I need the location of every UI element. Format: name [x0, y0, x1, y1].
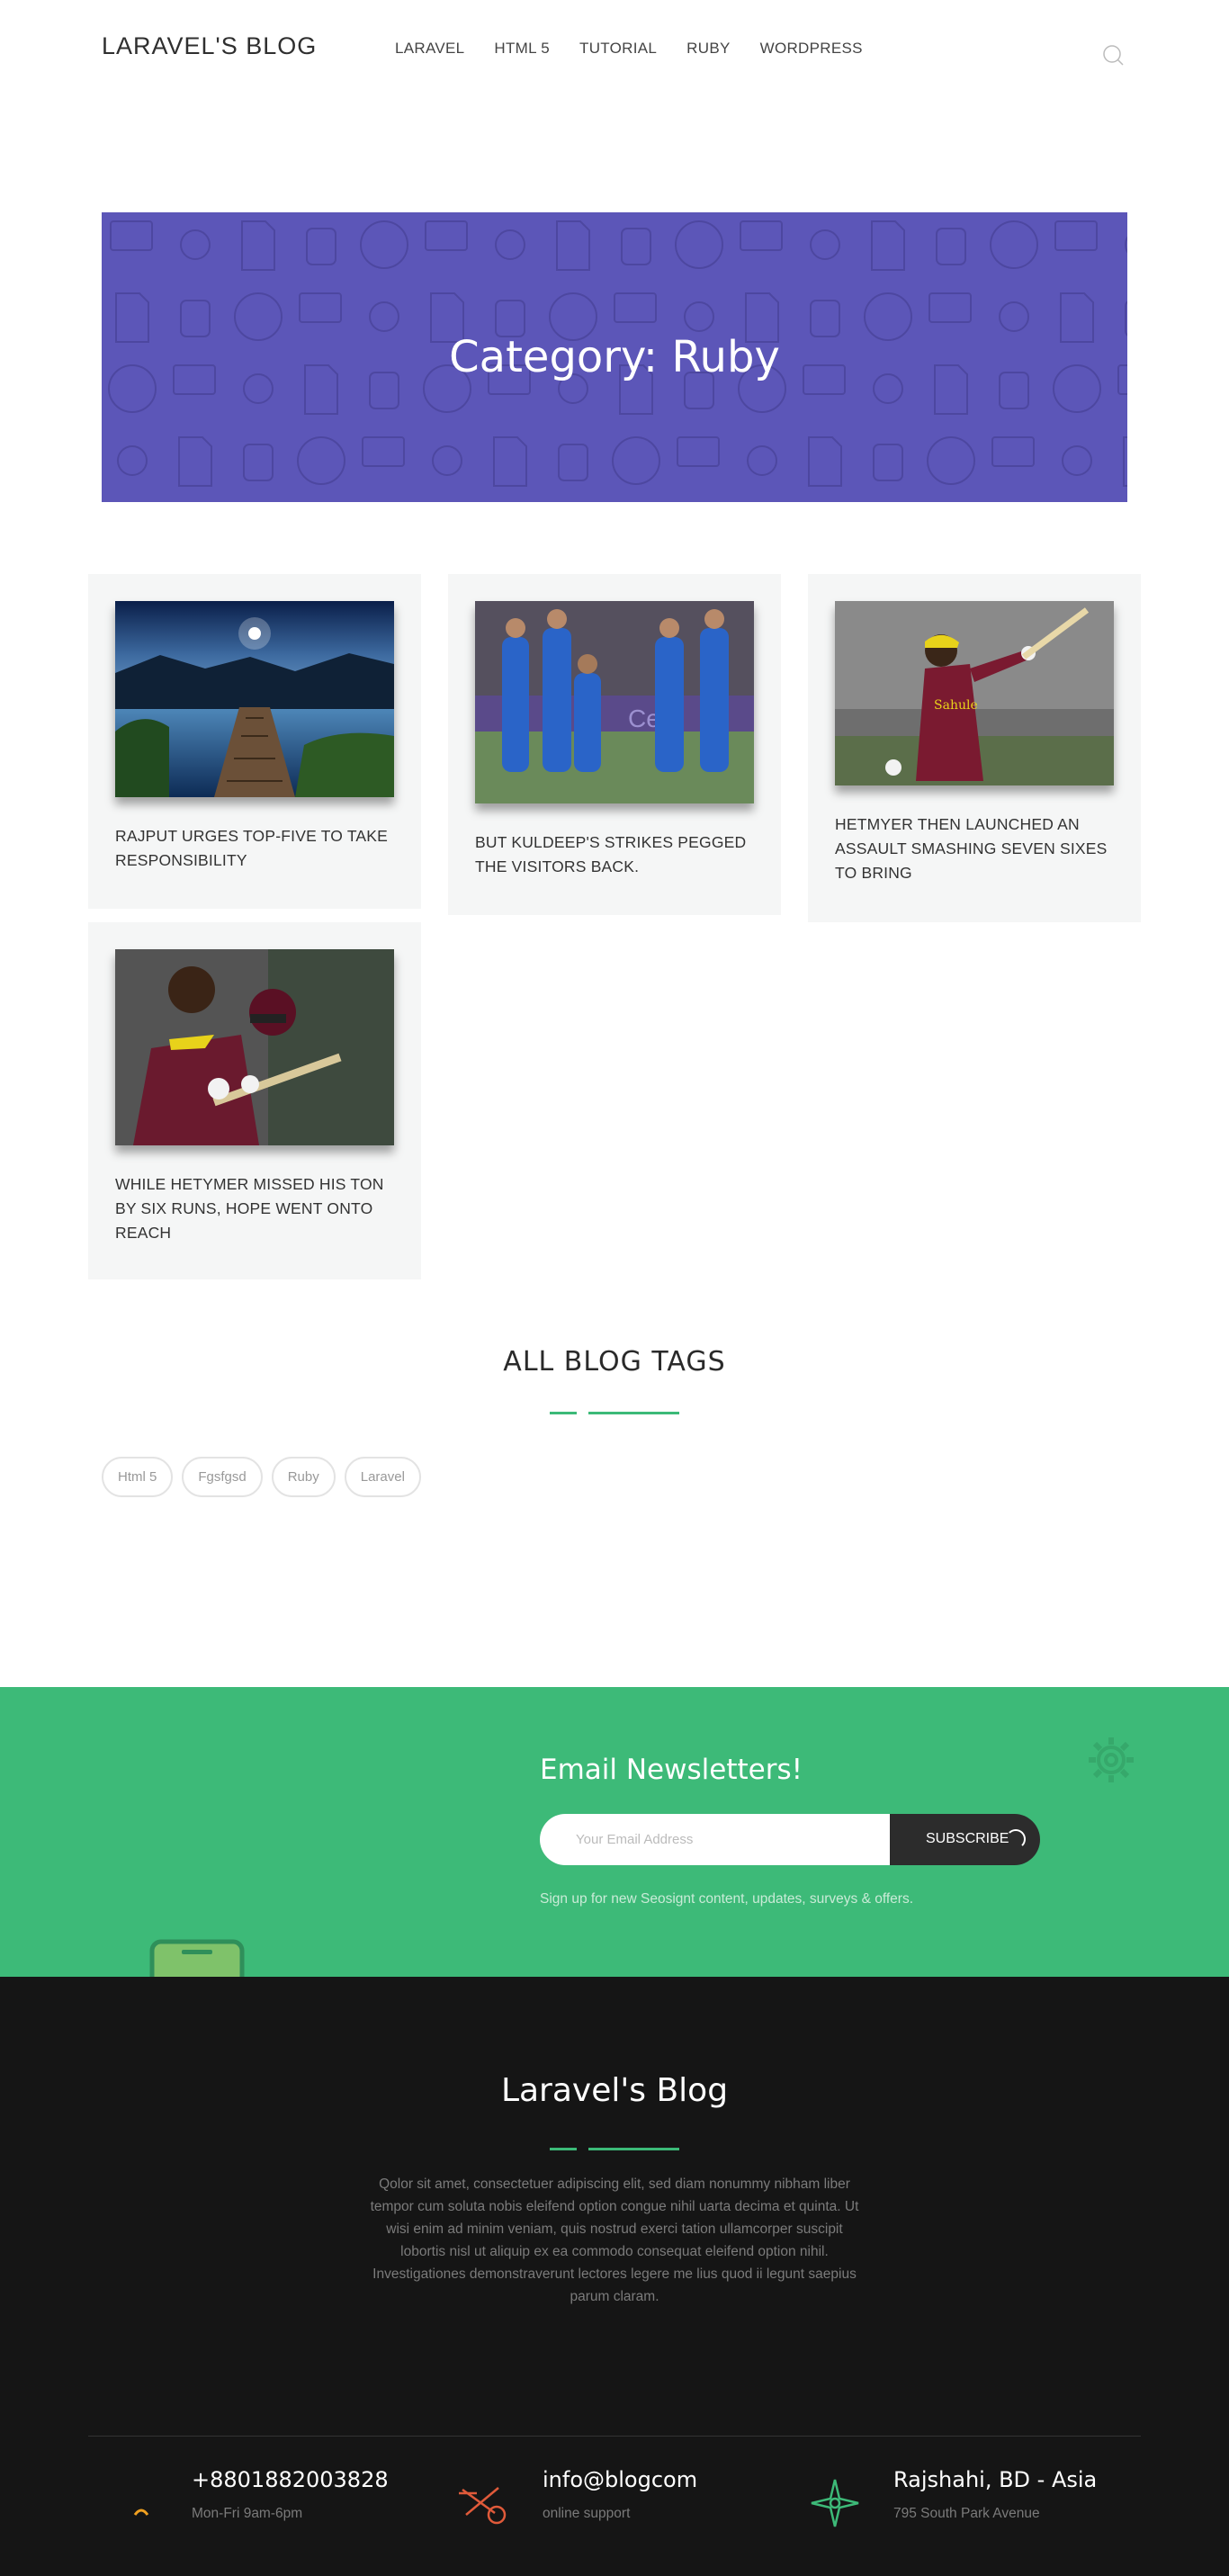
tag-laravel[interactable]: Laravel — [344, 1457, 421, 1497]
footer-title-divider — [588, 2148, 679, 2150]
nav-item-tutorial[interactable]: TUTORIAL — [579, 40, 657, 58]
location-icon — [811, 2479, 859, 2527]
search-icon[interactable] — [1101, 43, 1125, 67]
tags-section-title: ALL BLOG TAGS — [503, 1346, 726, 1378]
contact-location-address: 795 South Park Avenue — [893, 2506, 1040, 2521]
footer-description: Qolor sit amet, consectetuer adipiscing … — [370, 2177, 859, 2304]
contact-location-city[interactable]: Rajshahi, BD - Asia — [893, 2467, 1097, 2492]
post-thumbnail-lake[interactable] — [115, 601, 394, 797]
svg-text:Sahule: Sahule — [934, 698, 978, 713]
email-input[interactable] — [540, 1814, 900, 1865]
contact-email-note: online support — [543, 2506, 631, 2521]
nav-item-ruby[interactable]: RUBY — [686, 40, 730, 58]
tag-list: Html 5 Fgsfgsd Ruby Laravel — [102, 1457, 421, 1497]
category-title: Category: Ruby — [449, 332, 780, 382]
footer-divider — [88, 2436, 1141, 2437]
phone-device-icon — [149, 1939, 245, 1977]
newsletter-note: Sign up for new Seosignt content, update… — [540, 1891, 914, 1907]
tag-fgsfgsd[interactable]: Fgsfgsd — [182, 1457, 263, 1497]
phone-icon — [133, 2509, 149, 2516]
newsletter-form: SUBSCRIBE — [540, 1814, 1040, 1865]
post-card[interactable]: WHILE HETYMER MISSED HIS TON BY SIX RUNS… — [88, 922, 421, 1279]
nav-item-laravel[interactable]: LARAVEL — [395, 40, 464, 58]
tag-ruby[interactable]: Ruby — [271, 1457, 336, 1497]
post-card[interactable]: RAJPUT URGES TOP-FIVE TO TAKE RESPONSIBI… — [88, 574, 421, 909]
post-card[interactable]: Sahule HETMYER THEN LAUNCHED AN ASSAULT … — [808, 574, 1141, 922]
category-banner: Category: Ruby — [102, 212, 1127, 502]
email-icon — [459, 2487, 507, 2525]
footer-title-divider — [550, 2148, 577, 2150]
site-header: LARAVEL'S BLOG LARAVEL HTML 5 TUTORIAL R… — [0, 0, 1229, 99]
main-nav: LARAVEL HTML 5 TUTORIAL RUBY WORDPRESS — [395, 40, 893, 58]
contact-phone-hours: Mon-Fri 9am-6pm — [192, 2506, 303, 2521]
post-thumbnail-cricket-team[interactable]: Cel — [475, 601, 754, 803]
title-divider — [550, 1412, 577, 1414]
newsletter-title: Email Newsletters! — [540, 1754, 803, 1786]
post-title[interactable]: HETMYER THEN LAUNCHED AN ASSAULT SMASHIN… — [835, 812, 1114, 885]
post-title[interactable]: BUT KULDEEP'S STRIKES PEGGED THE VISITOR… — [475, 830, 754, 879]
site-footer: Laravel's Blog Qolor sit amet, consectet… — [0, 1977, 1229, 2576]
site-logo[interactable]: LARAVEL'S BLOG — [102, 32, 317, 60]
post-card[interactable]: Cel BUT KULDEEP'S STRIKES PEGGED THE VIS… — [448, 574, 781, 915]
subscribe-button[interactable]: SUBSCRIBE — [890, 1814, 1040, 1865]
subscribe-button-label: SUBSCRIBE — [926, 1831, 1009, 1846]
post-thumbnail-hetmyer-celebrating[interactable]: Sahule — [835, 601, 1114, 785]
nav-item-wordpress[interactable]: WORDPRESS — [760, 40, 863, 58]
post-thumbnail-hetmyer-helmet[interactable] — [115, 949, 394, 1145]
newsletter-section: Email Newsletters! SUBSCRIBE Sign up for… — [0, 1687, 1229, 1977]
title-divider — [588, 1412, 679, 1414]
post-title[interactable]: WHILE HETYMER MISSED HIS TON BY SIX RUNS… — [115, 1172, 394, 1245]
contact-phone-number[interactable]: +8801882003828 — [192, 2467, 389, 2492]
footer-title: Laravel's Blog — [500, 2072, 729, 2109]
tag-html5[interactable]: Html 5 — [102, 1457, 174, 1497]
nav-item-html5[interactable]: HTML 5 — [494, 40, 550, 58]
post-title[interactable]: RAJPUT URGES TOP-FIVE TO TAKE RESPONSIBI… — [115, 824, 394, 873]
loading-spinner-icon — [1006, 1829, 1026, 1849]
gear-icon — [1089, 1737, 1134, 1782]
contact-email-address[interactable]: info@blogcom — [543, 2467, 697, 2492]
